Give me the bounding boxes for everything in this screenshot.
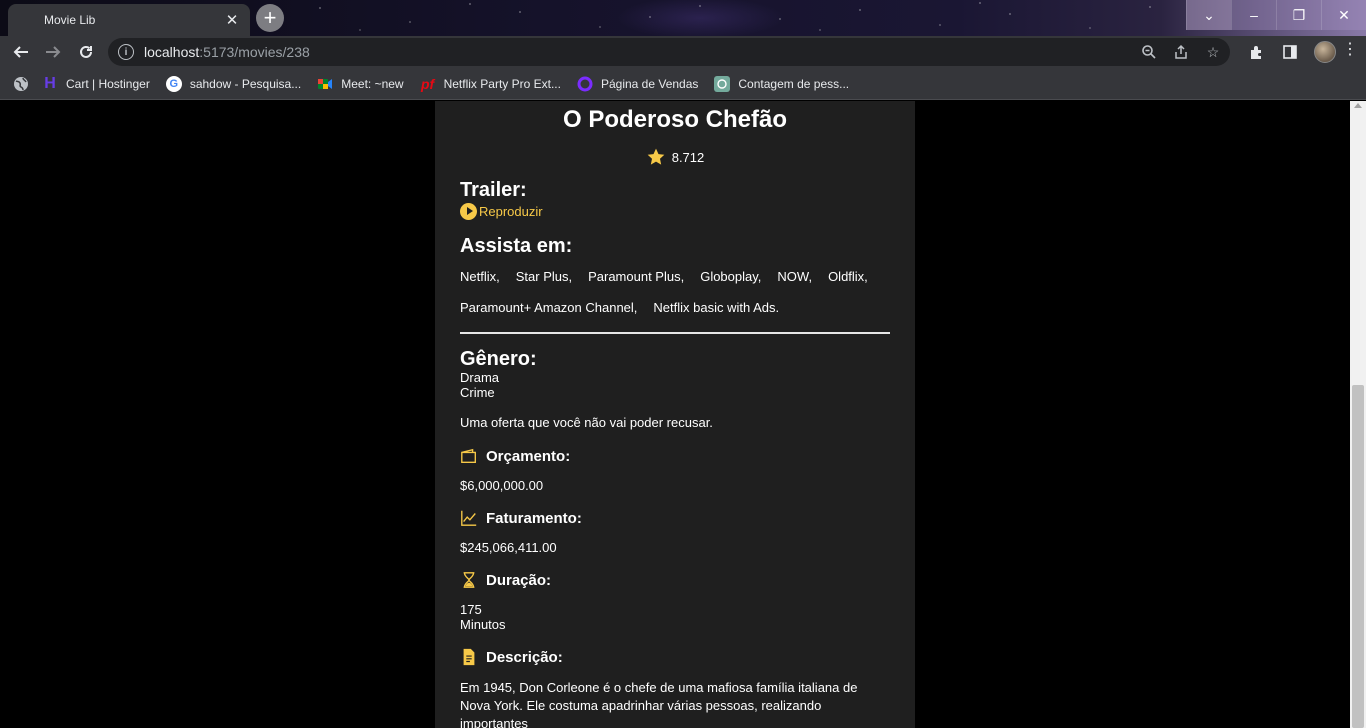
hourglass-icon (463, 572, 475, 588)
close-window-icon[interactable]: ✕ (1321, 0, 1366, 30)
bookmark-google-search[interactable]: G sahdow - Pesquisa... (165, 75, 301, 92)
provider-item: Paramount+ Amazon Channel, (460, 300, 638, 315)
site-info-icon[interactable]: i (118, 44, 134, 60)
tab-title: Movie Lib (44, 13, 96, 27)
bookmark-hostinger[interactable]: H Cart | Hostinger (42, 74, 150, 92)
tab-search-icon[interactable]: ⌄ (1186, 0, 1231, 30)
bookmark-star-icon[interactable]: ☆ (1204, 43, 1222, 61)
zoom-icon[interactable] (1140, 43, 1158, 61)
netflix-party-icon: pf (420, 75, 435, 92)
restore-icon[interactable]: ❐ (1276, 0, 1321, 30)
bookmark-meet[interactable]: Meet: ~new (317, 76, 404, 92)
genre-item: Drama (460, 370, 500, 385)
play-icon (460, 202, 477, 220)
runtime-heading: Duração: (460, 570, 890, 590)
minimize-icon[interactable]: – (1231, 0, 1276, 30)
chatgpt-icon (714, 75, 731, 92)
globe-icon[interactable] (12, 75, 30, 93)
extensions-icon[interactable] (1246, 42, 1266, 62)
provider-item: Paramount Plus, (588, 269, 685, 284)
rating-value: 8.712 (671, 149, 705, 165)
genre-heading: Gênero: (460, 348, 537, 370)
runtime-value: 175 Minutos (460, 602, 506, 632)
tab-strip: Movie Lib ✕ + ⌄ – ❐ ✕ (0, 0, 1366, 36)
bookmark-netflix-party[interactable]: pf Netflix Party Pro Ext... (420, 76, 561, 92)
trailer-heading: Trailer: (460, 179, 527, 201)
page-viewport: O Poderoso Chefão 8.712 Trailer: Reprodu… (0, 101, 1350, 728)
trailer-play-link[interactable]: Reproduzir (460, 201, 890, 221)
hostinger-icon: H (44, 74, 56, 92)
browser-tab[interactable]: Movie Lib ✕ (8, 4, 250, 36)
budget-value: $6,000,000.00 (460, 478, 544, 493)
description-heading: Descrição: (460, 647, 890, 667)
bookmarks-bar: H Cart | Hostinger G sahdow - Pesquisa..… (0, 68, 1366, 100)
side-panel-icon[interactable] (1280, 42, 1300, 62)
section-divider (460, 332, 890, 334)
new-tab-button[interactable]: + (256, 4, 284, 32)
profile-avatar[interactable] (1314, 41, 1336, 63)
forward-icon[interactable] (40, 39, 66, 65)
movie-title: O Poderoso Chefão (562, 106, 788, 133)
revenue-value: $245,066,411.00 (460, 540, 557, 555)
page-scrollbar[interactable] (1350, 101, 1366, 728)
google-icon: G (165, 75, 182, 92)
browser-menu-icon[interactable]: ⋮ (1342, 42, 1358, 58)
budget-heading: Orçamento: (460, 446, 890, 466)
provider-item: Star Plus, (515, 269, 573, 284)
back-icon[interactable] (8, 39, 34, 65)
star-icon (647, 148, 665, 165)
reload-icon[interactable] (73, 39, 99, 65)
revenue-heading: Faturamento: (460, 508, 890, 528)
sales-page-icon (577, 76, 593, 92)
bookmark-sales-page[interactable]: Página de Vendas (577, 76, 698, 92)
provider-item: Netflix, (460, 269, 500, 284)
share-icon[interactable] (1172, 43, 1190, 61)
tagline: Uma oferta que você não vai poder recusa… (460, 415, 713, 430)
meet-icon (317, 76, 333, 92)
provider-item: Globoplay, (700, 269, 762, 284)
genre-item: Crime (460, 385, 495, 400)
scroll-up-icon[interactable] (1354, 103, 1362, 108)
document-icon (463, 648, 475, 666)
scroll-thumb[interactable] (1352, 385, 1364, 728)
tab-close-icon[interactable]: ✕ (224, 12, 240, 29)
provider-item: Netflix basic with Ads. (653, 300, 780, 315)
providers-list: Netflix, Star Plus, Paramount Plus, Glob… (460, 269, 890, 316)
address-bar[interactable]: i localhost:5173/movies/238 ☆ (108, 38, 1230, 66)
rating: 8.712 (460, 147, 890, 167)
url-text: localhost:5173/movies/238 (144, 44, 310, 60)
movie-details-card: O Poderoso Chefão 8.712 Trailer: Reprodu… (435, 101, 915, 728)
watch-providers-heading: Assista em: (460, 235, 573, 257)
provider-item: NOW, (777, 269, 813, 284)
chart-line-icon (461, 510, 477, 526)
description-text: Em 1945, Don Corleone é o chefe de uma m… (460, 680, 858, 728)
browser-toolbar: i localhost:5173/movies/238 ☆ ⋮ (0, 36, 1366, 68)
wallet-icon (461, 448, 476, 463)
bookmark-chatgpt[interactable]: Contagem de pess... (714, 75, 849, 92)
provider-item: Oldflix, (828, 269, 868, 284)
window-controls: ⌄ – ❐ ✕ (1186, 0, 1366, 30)
